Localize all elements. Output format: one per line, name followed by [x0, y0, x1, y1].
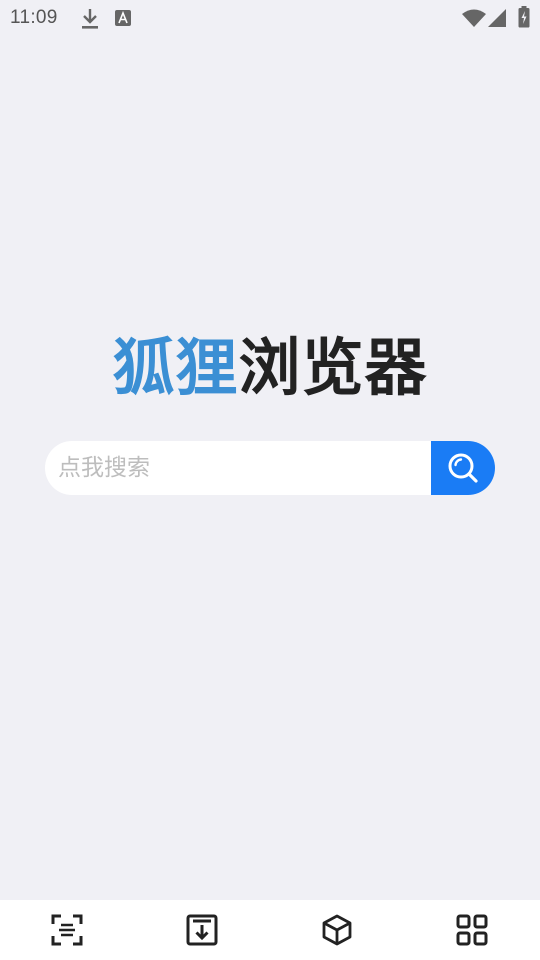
bottom-nav — [0, 900, 540, 960]
search-icon — [448, 453, 478, 483]
status-time: 11:09 — [10, 7, 58, 28]
search-bar — [45, 441, 495, 495]
wifi-icon — [462, 9, 486, 27]
status-bar: 11:09 — [0, 0, 540, 36]
box-3d-icon — [322, 914, 352, 946]
scan-button[interactable] — [47, 910, 87, 950]
app-logo: 狐狸浏览器 — [0, 330, 540, 406]
plugins-button[interactable] — [317, 910, 357, 950]
download-icon — [82, 9, 98, 29]
battery-icon — [518, 6, 530, 28]
text-a-icon — [115, 10, 131, 26]
download-tray-icon — [186, 914, 218, 946]
downloads-button[interactable] — [182, 910, 222, 950]
signal-icon — [488, 9, 506, 27]
search-button[interactable] — [431, 441, 495, 495]
menu-button[interactable] — [452, 910, 492, 950]
scan-icon — [51, 914, 83, 946]
logo-text-dark: 浏览器 — [238, 331, 428, 404]
logo-text-blue: 狐狸 — [112, 331, 239, 404]
grid-menu-icon — [456, 914, 488, 946]
search-input[interactable] — [45, 441, 431, 495]
